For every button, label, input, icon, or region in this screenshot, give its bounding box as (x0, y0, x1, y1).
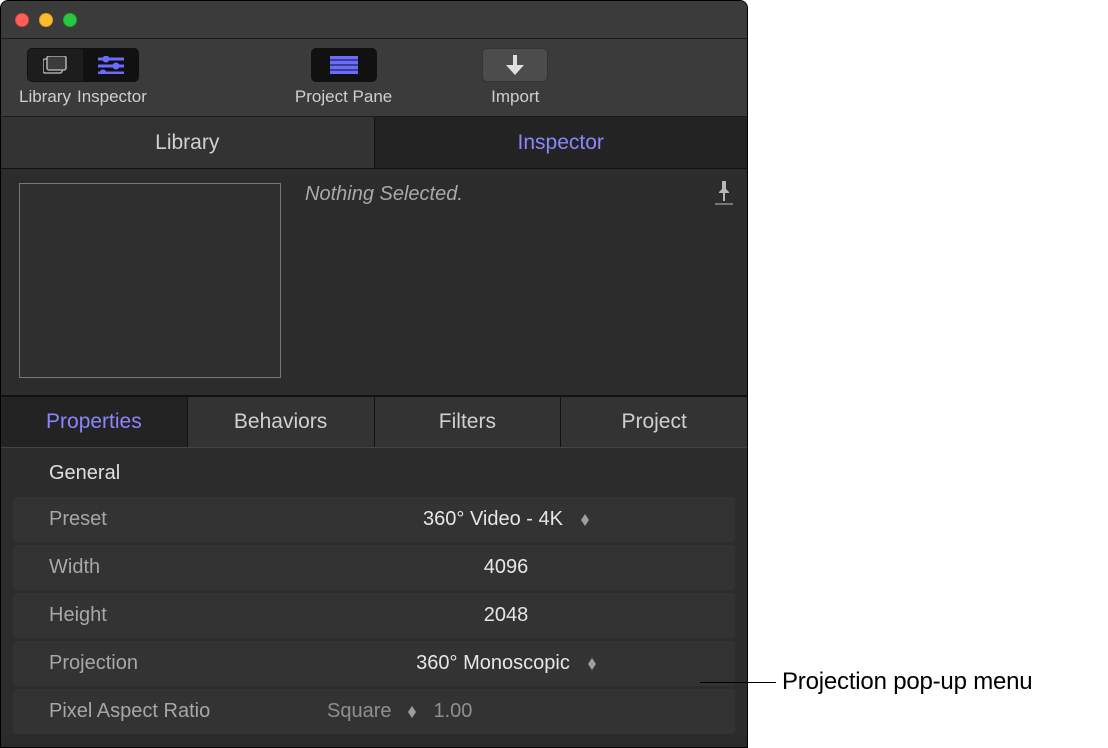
titlebar (1, 1, 747, 39)
par-numeric-field[interactable]: 1.00 (434, 700, 473, 723)
callout-projection: Projection pop-up menu (700, 668, 1032, 696)
height-label: Height (13, 604, 277, 627)
par-popup-value: Square (327, 700, 392, 723)
section-general: General (1, 448, 747, 497)
preset-label: Preset (13, 508, 277, 531)
row-height: Height 2048 (13, 593, 735, 639)
preview-thumbnail (19, 183, 281, 378)
preset-popup[interactable]: 360° Video - 4K (277, 508, 735, 531)
callout-text: Projection pop-up menu (782, 668, 1032, 696)
row-pixel-aspect-ratio: Pixel Aspect Ratio Square 1.00 (13, 689, 735, 735)
subtab-properties[interactable]: Properties (1, 397, 188, 447)
tab-library[interactable]: Library (1, 117, 375, 168)
width-field[interactable]: 4096 (277, 556, 735, 579)
pin-button[interactable] (715, 181, 733, 205)
projection-label: Projection (13, 652, 277, 675)
nothing-selected-label: Nothing Selected. (305, 183, 463, 206)
import-label: Import (491, 87, 539, 107)
preview-area: Nothing Selected. (1, 169, 747, 396)
sliders-icon (98, 56, 124, 74)
tab-inspector[interactable]: Inspector (375, 117, 748, 168)
row-preset: Preset 360° Video - 4K (13, 497, 735, 543)
height-field[interactable]: 2048 (277, 604, 735, 627)
inspector-window: Library Inspector Project Pane Import (0, 0, 748, 748)
window-zoom-button[interactable] (63, 13, 77, 27)
library-label: Library (19, 87, 71, 107)
par-popup[interactable]: Square (327, 700, 416, 723)
subtab-project[interactable]: Project (561, 397, 747, 447)
stepper-icon (581, 514, 589, 526)
subtab-filters[interactable]: Filters (375, 397, 562, 447)
inspector-subtabs: Properties Behaviors Filters Project (1, 396, 747, 448)
properties-panel: General Preset 360° Video - 4K Width 409… (1, 448, 747, 735)
projection-popup[interactable]: 360° Monoscopic (277, 652, 735, 675)
row-width: Width 4096 (13, 545, 735, 591)
window-minimize-button[interactable] (39, 13, 53, 27)
inspector-label: Inspector (77, 87, 147, 107)
callout-line (700, 682, 776, 683)
window-close-button[interactable] (15, 13, 29, 27)
subtab-behaviors[interactable]: Behaviors (188, 397, 375, 447)
width-label: Width (13, 556, 277, 579)
preset-value: 360° Video - 4K (423, 508, 563, 531)
inspector-button[interactable] (83, 48, 139, 82)
library-button[interactable] (27, 48, 83, 82)
projection-value: 360° Monoscopic (416, 652, 570, 675)
row-projection: Projection 360° Monoscopic (13, 641, 735, 687)
stepper-icon (588, 658, 596, 670)
pin-icon (717, 181, 731, 201)
pane-list-icon (330, 56, 358, 74)
project-pane-label: Project Pane (295, 87, 392, 107)
library-icon (43, 56, 67, 74)
par-label: Pixel Aspect Ratio (13, 700, 277, 723)
project-pane-button[interactable] (311, 48, 377, 82)
toolbar: Library Inspector Project Pane Import (1, 39, 747, 117)
import-button[interactable] (482, 48, 548, 82)
stepper-icon (408, 706, 416, 718)
import-arrow-down-icon (506, 55, 524, 75)
pane-tabs: Library Inspector (1, 117, 747, 169)
